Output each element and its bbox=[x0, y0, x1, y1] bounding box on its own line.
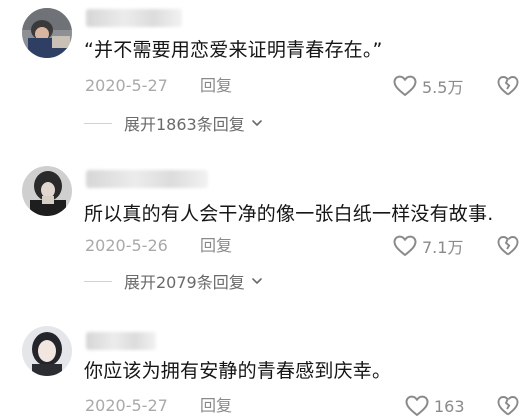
like-button[interactable]: 163 bbox=[404, 394, 465, 418]
expand-replies-button[interactable]: 展开1863条回复 bbox=[84, 113, 263, 134]
comment-item-1: “并不需要用恋爱来证明青春存在。” 2020-5-27 回复 5.5万 展开18… bbox=[0, 0, 530, 140]
divider bbox=[84, 280, 112, 282]
like-button[interactable]: 7.1万 bbox=[392, 234, 463, 258]
heart-outline-icon bbox=[393, 235, 417, 256]
like-button[interactable]: 5.5万 bbox=[392, 74, 463, 98]
expand-replies-label: 展开2079条回复 bbox=[124, 273, 245, 292]
comment-text: “并不需要用恋爱来证明青春存在。” bbox=[84, 39, 383, 61]
avatar[interactable] bbox=[22, 8, 72, 58]
comment-date: 2020-5-27 bbox=[85, 76, 168, 95]
heart-outline-icon bbox=[393, 75, 417, 96]
avatar[interactable] bbox=[22, 166, 72, 216]
broken-heart-icon[interactable] bbox=[496, 74, 520, 98]
broken-heart-icon[interactable] bbox=[496, 394, 520, 418]
chevron-down-icon bbox=[251, 120, 262, 126]
like-count: 163 bbox=[434, 396, 465, 416]
chevron-down-icon bbox=[251, 278, 262, 284]
reply-button[interactable]: 回复 bbox=[200, 396, 232, 416]
comment-date: 2020-5-26 bbox=[85, 236, 168, 255]
comment-date: 2020-5-27 bbox=[85, 396, 168, 415]
expand-replies-button[interactable]: 展开2079条回复 bbox=[84, 271, 263, 292]
like-count: 5.5万 bbox=[422, 78, 464, 97]
comment-item-3: 你应该为拥有安静的青春感到庆幸。 2020-5-27 回复 163 bbox=[0, 320, 530, 420]
heart-outline-icon bbox=[405, 395, 429, 416]
avatar[interactable] bbox=[22, 326, 72, 376]
like-count: 7.1万 bbox=[422, 238, 464, 257]
username-blurred[interactable] bbox=[86, 170, 208, 188]
username-blurred[interactable] bbox=[86, 332, 156, 350]
username-blurred[interactable] bbox=[86, 9, 182, 27]
expand-replies-label: 展开1863条回复 bbox=[124, 115, 245, 134]
divider bbox=[84, 122, 112, 124]
broken-heart-icon[interactable] bbox=[496, 234, 520, 258]
comment-text: 你应该为拥有安静的青春感到庆幸。 bbox=[84, 360, 392, 382]
reply-button[interactable]: 回复 bbox=[200, 76, 232, 96]
comment-item-2: 所以真的有人会干净的像一张白纸一样没有故事. 2020-5-26 回复 7.1万… bbox=[0, 160, 530, 300]
comment-text: 所以真的有人会干净的像一张白纸一样没有故事. bbox=[84, 203, 494, 225]
reply-button[interactable]: 回复 bbox=[200, 236, 232, 256]
